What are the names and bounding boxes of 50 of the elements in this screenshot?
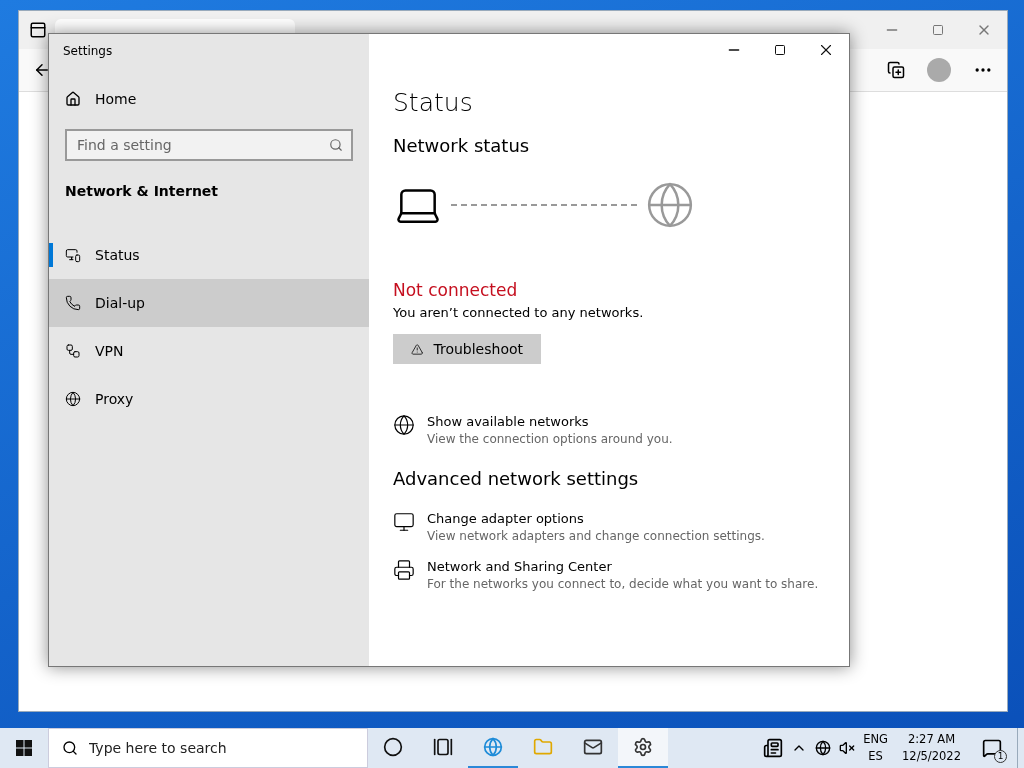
volume-muted-icon[interactable] (839, 740, 856, 756)
clock-date[interactable]: 12/5/2022 (902, 748, 961, 765)
maximize-icon[interactable] (774, 44, 786, 56)
collections-icon[interactable] (887, 61, 905, 79)
monitor-icon (393, 511, 415, 533)
globe-icon (645, 180, 695, 230)
notification-count: 1 (994, 750, 1007, 763)
troubleshoot-button[interactable]: Troubleshoot (393, 334, 541, 364)
nav-item[interactable]: Dial-up (49, 279, 369, 327)
link-description: For the networks you connect to, decide what you want to share. (427, 577, 819, 591)
news-icon[interactable] (763, 738, 784, 758)
page-title: Status (393, 88, 474, 117)
network-globe-icon (393, 414, 415, 436)
taskbar-app[interactable] (618, 728, 668, 768)
link-title[interactable]: Change adapter options (427, 511, 765, 526)
home-icon (65, 91, 81, 107)
section-heading: Network & Internet (64, 182, 220, 201)
link-title[interactable]: Network and Sharing Center (427, 559, 819, 574)
link-title[interactable]: Show available networks (427, 414, 673, 429)
keyboard-layout[interactable]: ES (868, 748, 883, 765)
search-icon (62, 740, 78, 756)
nav-item-icon (65, 391, 81, 407)
mail-icon (583, 737, 603, 757)
clock-time[interactable]: 2:27 AM (907, 731, 956, 748)
cortana-circle-icon (383, 737, 403, 757)
folder-icon (533, 737, 553, 757)
search-icon (329, 138, 343, 152)
nav-item-icon (65, 295, 81, 311)
nav-item[interactable]: Proxy (49, 375, 369, 423)
warning-icon (411, 341, 424, 357)
section-heading: Advanced network settings (393, 468, 640, 489)
nav-item-icon (65, 343, 81, 359)
link-description: View the connection options around you. (427, 432, 673, 446)
printer-icon (393, 559, 415, 581)
settings-gear-icon (633, 737, 653, 757)
nav-item-icon (65, 247, 81, 263)
section-heading: Network status (393, 135, 531, 156)
task-view-icon (433, 737, 453, 757)
search-field[interactable]: Find a setting (65, 129, 353, 161)
nav-item[interactable]: VPN (49, 327, 369, 375)
taskbar-search-field[interactable]: Type here to search (48, 728, 368, 768)
tab-actions-icon[interactable] (29, 21, 47, 39)
link-description: View network adapters and change connection settings. (427, 529, 765, 543)
windows-logo-icon[interactable] (16, 740, 32, 756)
window-title: Settings (63, 44, 113, 58)
home-link[interactable]: Home (49, 75, 369, 123)
connection-state: Not connected (393, 280, 519, 300)
input-language[interactable]: ENG (863, 731, 889, 748)
connection-message: You aren’t connected to any networks. (393, 305, 645, 320)
network-globe-icon[interactable] (815, 740, 832, 756)
